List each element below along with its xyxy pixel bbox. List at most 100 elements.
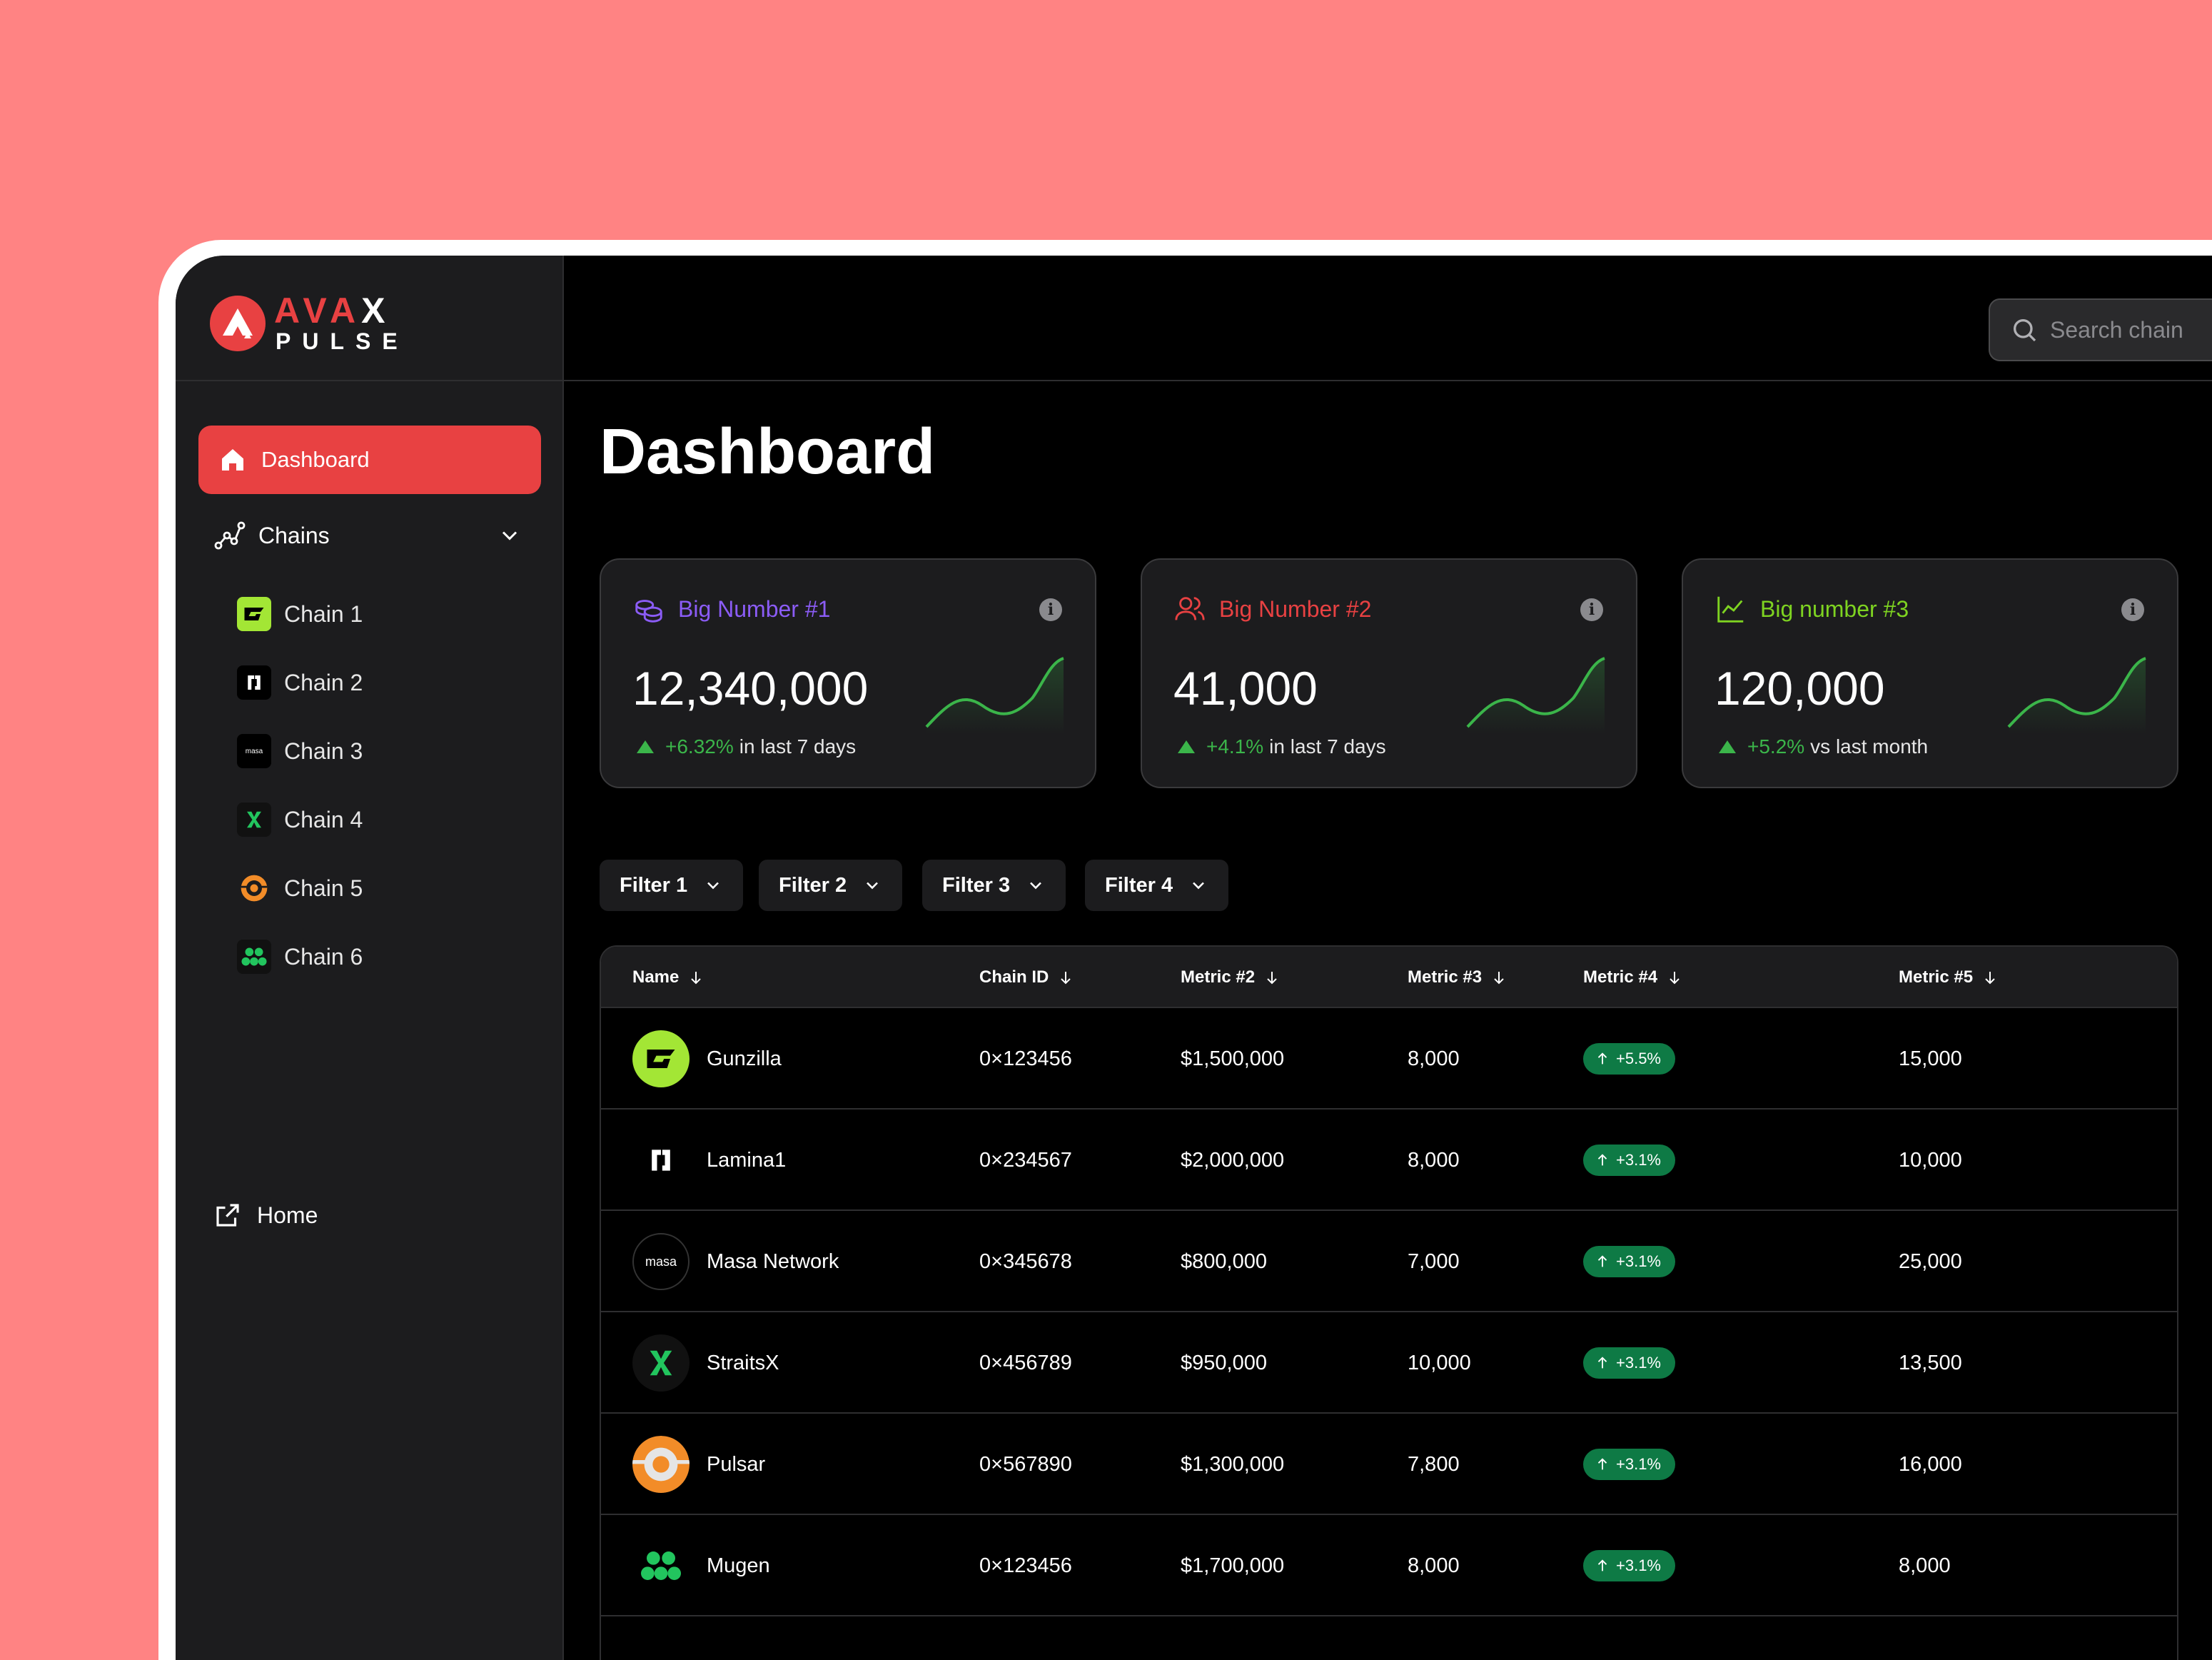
sidebar-item-label: Chain 4 — [284, 806, 363, 832]
table-row[interactable]: Lamina1 0×234567 $2,000,000 8,000 +3.1% … — [601, 1110, 2177, 1211]
stat-card-title: Big Number #1 — [678, 595, 831, 622]
sidebar-item-chain-6[interactable]: Chain 6 — [237, 934, 522, 980]
pulsar-logo-icon — [237, 871, 271, 905]
stat-card-delta: +5.2% vs last month — [1717, 735, 1928, 758]
chevron-down-icon — [1030, 882, 1042, 890]
stat-card-title: Big number #3 — [1760, 595, 1909, 622]
masa-logo-icon: masa — [237, 734, 271, 768]
metric-5-cell: 15,000 — [1899, 1047, 1962, 1070]
filter-1-dropdown[interactable]: Filter 1 — [600, 860, 744, 911]
column-header-label: Metric #3 — [1408, 967, 1483, 987]
column-header-label: Name — [632, 967, 680, 987]
column-header-metric-4[interactable]: Metric #4 — [1583, 947, 1683, 1008]
search-icon — [2014, 319, 2036, 342]
info-icon[interactable]: i — [1039, 598, 1062, 621]
chevron-down-icon — [867, 882, 879, 890]
filter-label: Filter 3 — [942, 873, 1011, 897]
sidebar-item-chains[interactable]: Chains — [198, 507, 541, 564]
table-row[interactable]: Mugen 0×123456 $1,700,000 8,000 +3.1% 8,… — [601, 1515, 2177, 1616]
column-header-name[interactable]: Name — [632, 947, 704, 1008]
column-header-chain-id[interactable]: Chain ID — [979, 947, 1074, 1008]
metric-5-cell: 13,500 — [1899, 1351, 1962, 1374]
sidebar-item-dashboard[interactable]: Dashboard — [198, 426, 541, 494]
metric-2-cell: $1,700,000 — [1181, 1554, 1285, 1577]
stat-card-title: Big Number #2 — [1219, 595, 1372, 622]
search-box[interactable] — [1989, 298, 2212, 361]
stat-card-delta: +6.32% in last 7 days — [635, 735, 856, 758]
mugen-logo-icon — [632, 1537, 690, 1594]
triangle-up-icon — [637, 740, 654, 753]
column-header-metric-5[interactable]: Metric #5 — [1899, 947, 1999, 1008]
table-row[interactable]: Gunzilla 0×123456 $1,500,000 8,000 +5.5%… — [601, 1008, 2177, 1110]
chain-id-cell: 0×456789 — [979, 1351, 1072, 1374]
chain-name: Mugen — [707, 1554, 770, 1577]
arrow-down-icon — [1061, 972, 1071, 985]
metric-5-cell: 16,000 — [1899, 1452, 1962, 1476]
metric-4-value: +5.5% — [1616, 1050, 1661, 1067]
metric-4-badge: +3.1% — [1583, 1145, 1675, 1176]
sidebar-item-chain-1[interactable]: Chain 1 — [237, 591, 522, 637]
stat-card-value: 41,000 — [1173, 662, 1318, 715]
table-row[interactable] — [601, 1616, 2177, 1660]
line-chart-icon — [1717, 596, 1744, 623]
table-row[interactable]: masa Masa Network 0×345678 $800,000 7,00… — [601, 1211, 2177, 1312]
sidebar-item-label: Chain 2 — [284, 669, 363, 695]
triangle-up-icon — [1719, 740, 1736, 753]
chain-id-cell: 0×123456 — [979, 1047, 1072, 1070]
metric-4-badge: +3.1% — [1583, 1246, 1675, 1277]
table-row[interactable]: StraitsX 0×456789 $950,000 10,000 +3.1% … — [601, 1312, 2177, 1414]
straitsx-logo-icon — [632, 1334, 690, 1392]
metric-2-cell: $2,000,000 — [1181, 1148, 1285, 1172]
sidebar-item-chain-5[interactable]: Chain 5 — [237, 865, 522, 911]
external-link-icon — [216, 1204, 239, 1227]
network-icon — [214, 521, 246, 550]
column-header-metric-2[interactable]: Metric #2 — [1181, 947, 1281, 1008]
filter-2-dropdown[interactable]: Filter 2 — [759, 860, 903, 911]
table-row[interactable]: Pulsar 0×567890 $1,300,000 7,800 +3.1% 1… — [601, 1414, 2177, 1515]
lamina1-logo-icon — [237, 665, 271, 700]
info-icon[interactable]: i — [1580, 598, 1603, 621]
sidebar-item-home[interactable]: Home — [213, 1192, 318, 1238]
logo-subtitle: PULSE — [276, 328, 409, 354]
arrow-up-icon — [1597, 1559, 1607, 1571]
logo[interactable]: AVAX PULSE — [176, 256, 564, 381]
sidebar-item-chain-2[interactable]: Chain 2 — [237, 660, 522, 705]
metric-2-cell: $950,000 — [1181, 1351, 1267, 1374]
search-input[interactable] — [2050, 316, 2212, 343]
metric-4-value: +3.1% — [1616, 1252, 1661, 1270]
info-icon[interactable]: i — [2121, 598, 2144, 621]
chains-table: Name Chain ID Metric #2 Metric #3 Metric… — [600, 945, 2178, 1660]
metric-5-cell: 25,000 — [1899, 1249, 1962, 1273]
sidebar-item-chain-3[interactable]: masa Chain 3 — [237, 728, 522, 774]
chevron-down-icon[interactable] — [497, 523, 522, 548]
stat-card-delta-period: in last 7 days — [739, 735, 857, 758]
column-header-metric-3[interactable]: Metric #3 — [1408, 947, 1508, 1008]
chain-name: Gunzilla — [707, 1047, 782, 1070]
sidebar-item-chain-4[interactable]: Chain 4 — [237, 797, 522, 842]
metric-3-cell: 7,000 — [1408, 1249, 1460, 1273]
users-icon — [1175, 597, 1205, 620]
metric-4-value: +3.1% — [1616, 1455, 1661, 1473]
page-title: Dashboard — [600, 416, 936, 488]
arrow-up-icon — [1597, 1458, 1607, 1470]
filter-3-dropdown[interactable]: Filter 3 — [922, 860, 1066, 911]
column-header-label: Chain ID — [979, 967, 1049, 987]
straitsx-logo-icon — [237, 803, 271, 837]
metric-5-cell: 8,000 — [1899, 1554, 1951, 1577]
metric-4-badge: +3.1% — [1583, 1449, 1675, 1480]
masa-logo-icon: masa — [632, 1233, 690, 1290]
column-header-label: Metric #5 — [1899, 967, 1974, 987]
chain-id-cell: 0×234567 — [979, 1148, 1072, 1172]
stat-card-value: 120,000 — [1714, 662, 1885, 715]
metric-4-badge: +3.1% — [1583, 1347, 1675, 1379]
filter-4-dropdown[interactable]: Filter 4 — [1085, 860, 1229, 911]
chain-id-cell: 0×345678 — [979, 1249, 1072, 1273]
filter-label: Filter 1 — [620, 873, 688, 897]
triangle-up-icon — [1178, 740, 1195, 753]
logo-wordmark-x: X — [361, 291, 391, 331]
metric-4-value: +3.1% — [1616, 1556, 1661, 1574]
sparkline-chart — [2007, 657, 2146, 734]
metric-2-cell: $1,500,000 — [1181, 1047, 1285, 1070]
stat-card-delta-value: +4.1% — [1206, 735, 1264, 758]
masa-logo-text: masa — [645, 1254, 677, 1269]
